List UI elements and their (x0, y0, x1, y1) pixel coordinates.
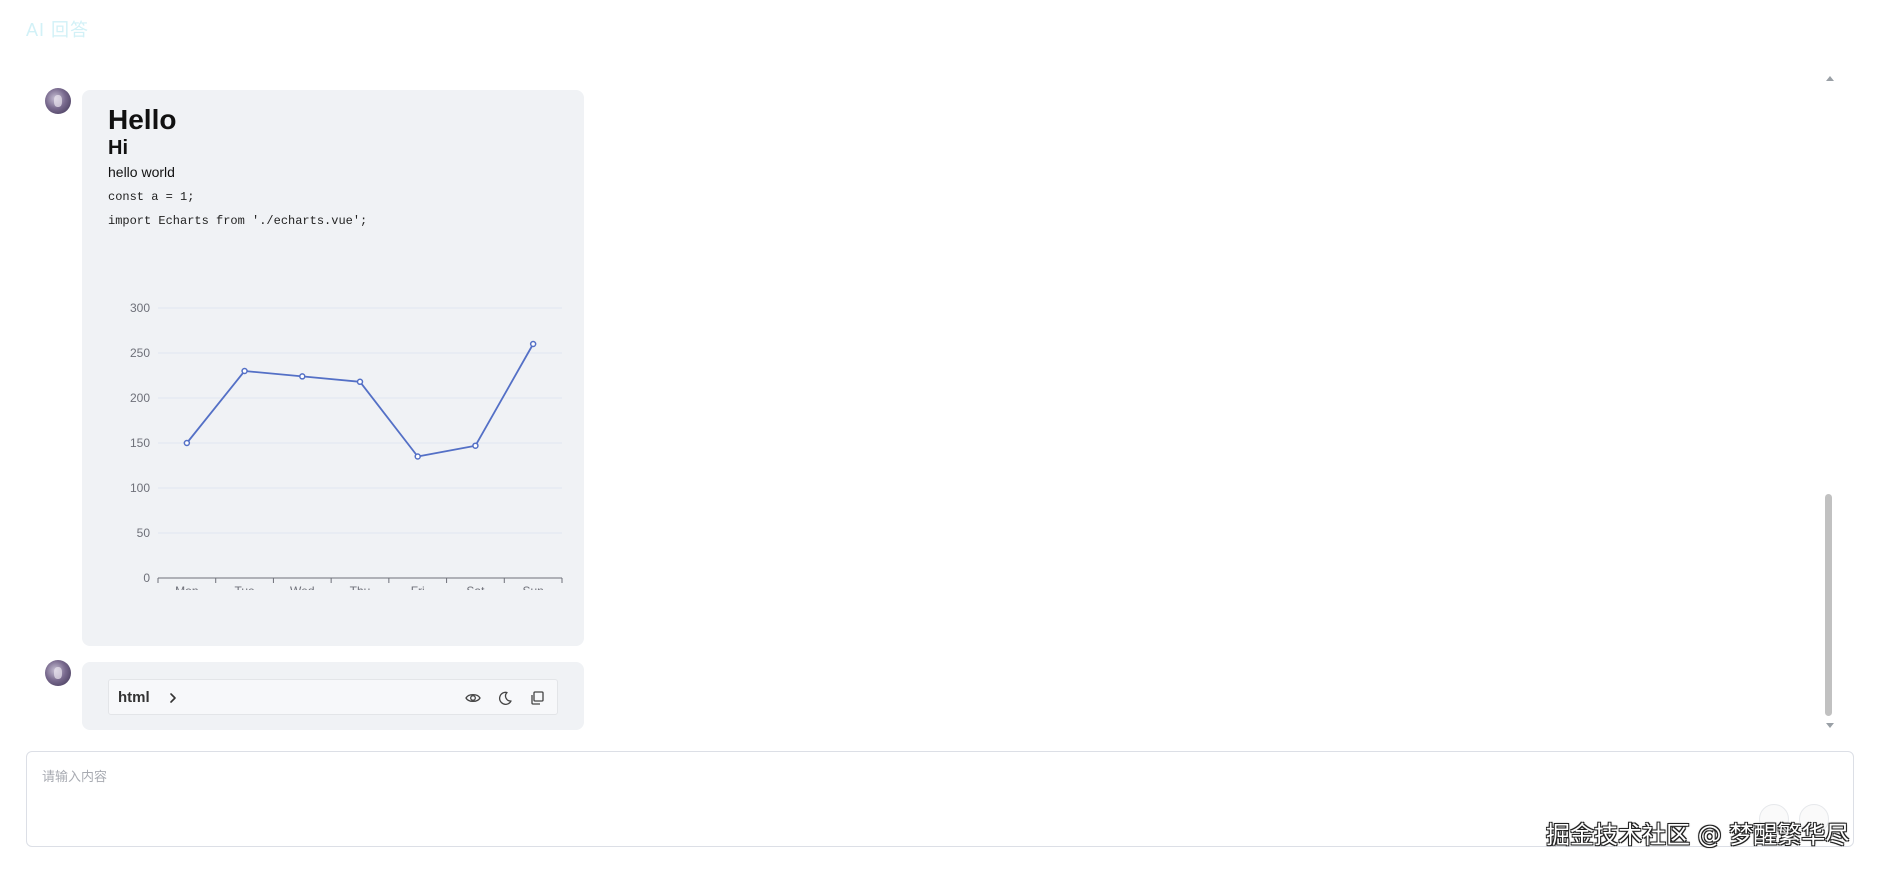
markdown-content: Hello Hi hello world const a = 1; import… (108, 104, 367, 233)
y-tick-label: 300 (130, 301, 150, 315)
data-point (299, 373, 306, 380)
series-line (186, 343, 534, 458)
heading-2: Hi (108, 137, 128, 159)
y-tick-label: 0 (143, 571, 150, 585)
page-title: AI 回答 (26, 20, 90, 40)
data-point (356, 378, 364, 386)
copy-icon[interactable] (527, 688, 547, 708)
y-tick-label: 250 (130, 346, 150, 360)
message-bubble: Hello Hi hello world const a = 1; import… (82, 90, 584, 646)
data-point (241, 367, 248, 375)
code-language-label: html (118, 689, 150, 706)
chevron-right-icon[interactable] (164, 689, 182, 707)
x-tick-label: Fri (411, 584, 425, 590)
moon-icon[interactable] (495, 688, 515, 708)
data-point (183, 439, 191, 447)
scroll-up-arrow-icon[interactable] (1826, 76, 1834, 81)
scroll-down-arrow-icon[interactable] (1826, 723, 1834, 728)
x-tick-label: Sat (466, 584, 485, 590)
line-chart: 0 50 100 150 200 250 300 Mon Tue Wed Thu Fri Sat Sun (108, 270, 568, 598)
scrollbar-thumb[interactable] (1825, 494, 1832, 716)
assistant-avatar (45, 660, 71, 686)
x-tick-label: Sun (522, 584, 543, 590)
chat-area: Hello Hi hello world const a = 1; import… (0, 70, 1840, 740)
y-tick-label: 150 (130, 436, 150, 450)
message-bubble: html (82, 662, 584, 730)
watermark: 掘金技术社区 @ 梦醒繁华尽 (1546, 821, 1850, 849)
assistant-avatar (45, 88, 71, 114)
y-tick-label: 50 (137, 526, 151, 540)
chart-svg: 0 50 100 150 200 250 300 Mon Tue Wed Thu Fri Sat Sun (130, 301, 563, 598)
eye-icon[interactable] (463, 688, 483, 708)
heading-1: Hello (108, 104, 177, 135)
x-tick-label: Tue (234, 584, 255, 590)
y-tick-label: 100 (130, 481, 150, 495)
code-block-header: html (108, 679, 558, 715)
y-tick-label: 200 (130, 391, 150, 405)
app-window: AI 回答 Hello Hi hello world const a = 1; … (0, 0, 1880, 869)
paragraph: hello world (108, 164, 175, 180)
data-point (472, 442, 479, 449)
x-tick-label: Mon (175, 584, 198, 590)
x-tick-label: Thu (350, 584, 371, 590)
data-point (414, 453, 421, 460)
data-point (529, 340, 537, 348)
code-line: import Echarts from './echarts.vue'; (108, 214, 368, 228)
code-line: const a = 1; (108, 190, 195, 204)
x-tick-label: Wed (290, 584, 314, 590)
